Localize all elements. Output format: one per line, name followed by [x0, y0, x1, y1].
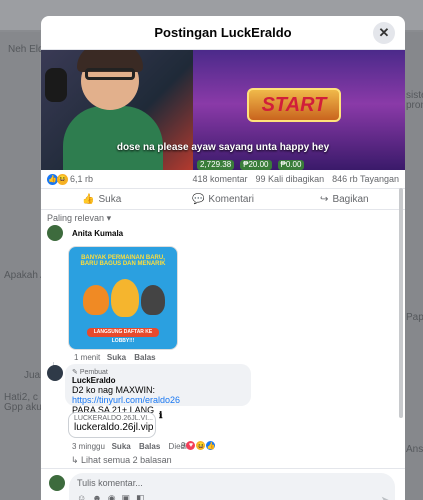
modal-header: Postingan LuckEraldo ✕	[41, 16, 405, 50]
thumbs-up-icon: 👍	[82, 193, 95, 205]
comment-reply-link[interactable]: Balas	[139, 442, 160, 451]
comment-text: D2 ko nag MAXWIN:	[72, 385, 156, 395]
reaction-count: 9	[181, 441, 186, 450]
share-label: Bagikan	[332, 193, 369, 205]
camera-icon[interactable]: ◉	[108, 493, 116, 500]
reply-bubble: ✎ Pembuat LuckEraldo D2 ko nag MAXWIN: h…	[65, 364, 251, 415]
comment-author[interactable]: LuckEraldo	[72, 376, 244, 385]
bg-feed-text: Jual	[24, 370, 43, 381]
send-icon[interactable]: ➤	[381, 495, 389, 500]
comment-count[interactable]: 418 komentar	[193, 174, 248, 184]
modal-title: Postingan LuckEraldo	[154, 25, 292, 40]
view-count: 846 rb Tayangan	[332, 174, 399, 184]
haha-reaction-icon: 😆	[57, 173, 68, 185]
comment-author[interactable]: Anita Kumala	[72, 229, 123, 238]
reaction-count: 6,1 rb	[70, 174, 94, 184]
video-caption: dose na please ayaw sayang unta happy he…	[116, 142, 330, 153]
avatar[interactable]	[47, 225, 63, 241]
share-count[interactable]: 99 Kali dibagikan	[256, 174, 325, 184]
badge-label: Pembuat	[79, 369, 108, 376]
gif-icon[interactable]: ▣	[122, 493, 131, 500]
bg-side-text: prom	[406, 100, 423, 111]
comment-like-link[interactable]: Suka	[112, 442, 131, 451]
like-button[interactable]: 👍 Suka	[41, 189, 162, 209]
close-icon: ✕	[378, 25, 390, 40]
comment-button[interactable]: 💬 Komentari	[162, 189, 283, 209]
comment-bubble-icon: 💬	[191, 193, 205, 205]
close-button[interactable]: ✕	[373, 22, 395, 44]
avatar-sticker-icon[interactable]: ☺	[77, 493, 86, 500]
comment-reply-link[interactable]: Balas	[134, 353, 155, 362]
info-icon[interactable]: ℹ	[159, 410, 162, 421]
bg-side-text: Ansy	[406, 444, 423, 455]
preview-title: luckeraldo.26jl.vip	[74, 422, 154, 433]
like-reaction-icon: 👍	[206, 441, 216, 450]
comment-time[interactable]: 3 minggu	[72, 442, 105, 451]
more-replies-label: Lihat semua 2 balasan	[81, 455, 172, 465]
reaction-summary[interactable]: 👍 😆 6,1 rb	[47, 173, 94, 185]
link-preview[interactable]: LUCKERALDO.26JL.VI... luckeraldo.26jl.vi…	[68, 412, 156, 438]
balance-value: ₱20.00	[240, 160, 272, 170]
reply-reactions[interactable]: 9 ♥ 😆 👍	[181, 441, 216, 450]
video-player[interactable]: START dose na please ayaw sayang unta ha…	[41, 50, 405, 170]
post-actions: 👍 Suka 💬 Komentari ↪ Bagikan	[41, 188, 405, 210]
love-reaction-icon: ♥	[186, 441, 196, 450]
comment-sticker-image[interactable]: BANYAK PERMAINAN BARU, BARU BAGUS DAN ME…	[68, 246, 178, 350]
streamer-body	[63, 106, 163, 170]
author-badge: ✎ Pembuat	[72, 368, 244, 376]
preview-domain: LUCKERALDO.26JL.VI...	[74, 415, 153, 422]
comment-placeholder: Tulis komentar...	[77, 478, 143, 488]
composer-tools: ☺ ☻ ◉ ▣ ◧	[77, 493, 145, 500]
glasses-icon	[85, 68, 135, 80]
avatar[interactable]	[47, 365, 63, 381]
sticker-title: BANYAK PERMAINAN BARU, BARU BAGUS DAN ME…	[80, 255, 166, 267]
pencil-icon: ✎	[72, 369, 80, 376]
comment-list: Anita Kumala BANYAK PERMAINAN BARU, BARU…	[41, 222, 395, 468]
sticker-banner: LANGSUNG DAFTAR KE LOBBY!!!	[87, 328, 159, 344]
share-button[interactable]: ↪ Bagikan	[284, 189, 405, 209]
comment-time[interactable]: 1 menit	[74, 353, 100, 362]
like-label: Suka	[98, 193, 122, 205]
view-more-replies[interactable]: ↳ Lihat semua 2 balasan	[71, 455, 172, 466]
emoji-icon[interactable]: ☻	[92, 493, 101, 500]
lion-icon	[111, 279, 139, 317]
post-stats: 👍 😆 6,1 rb 418 komentar 99 Kali dibagika…	[41, 170, 405, 188]
left-feed-column	[0, 32, 40, 500]
raccoon-icon	[141, 285, 165, 315]
reply-arrow-icon: ↳	[71, 455, 82, 465]
game-start-button: START	[247, 88, 341, 122]
comment-label: Komentari	[208, 193, 254, 205]
post-modal: Postingan LuckEraldo ✕ START dose na ple…	[41, 16, 405, 500]
bg-side-text: Papu	[406, 312, 423, 323]
haha-reaction-icon: 😆	[196, 441, 206, 450]
comment-link[interactable]: https://tinyurl.com/eraldo26	[72, 395, 180, 405]
game-balances: 2,729.38 ₱20.00 ₱0.00	[193, 160, 405, 170]
share-arrow-icon: ↪	[320, 193, 329, 205]
balance-value: 2,729.38	[197, 160, 235, 170]
sticker-icon[interactable]: ◧	[136, 493, 145, 500]
microphone-icon	[45, 68, 67, 102]
avatar	[49, 475, 65, 491]
balance-value: ₱0.00	[277, 160, 305, 170]
comment-meta: 1 menit Suka Balas	[74, 353, 162, 362]
fox-icon	[83, 285, 109, 315]
comment-like-link[interactable]: Suka	[107, 353, 126, 362]
comment-composer: Tulis komentar... ☺ ☻ ◉ ▣ ◧ ➤	[41, 468, 405, 500]
bg-feed-text: Gpp aku	[4, 402, 42, 413]
scrollbar[interactable]	[399, 188, 403, 418]
